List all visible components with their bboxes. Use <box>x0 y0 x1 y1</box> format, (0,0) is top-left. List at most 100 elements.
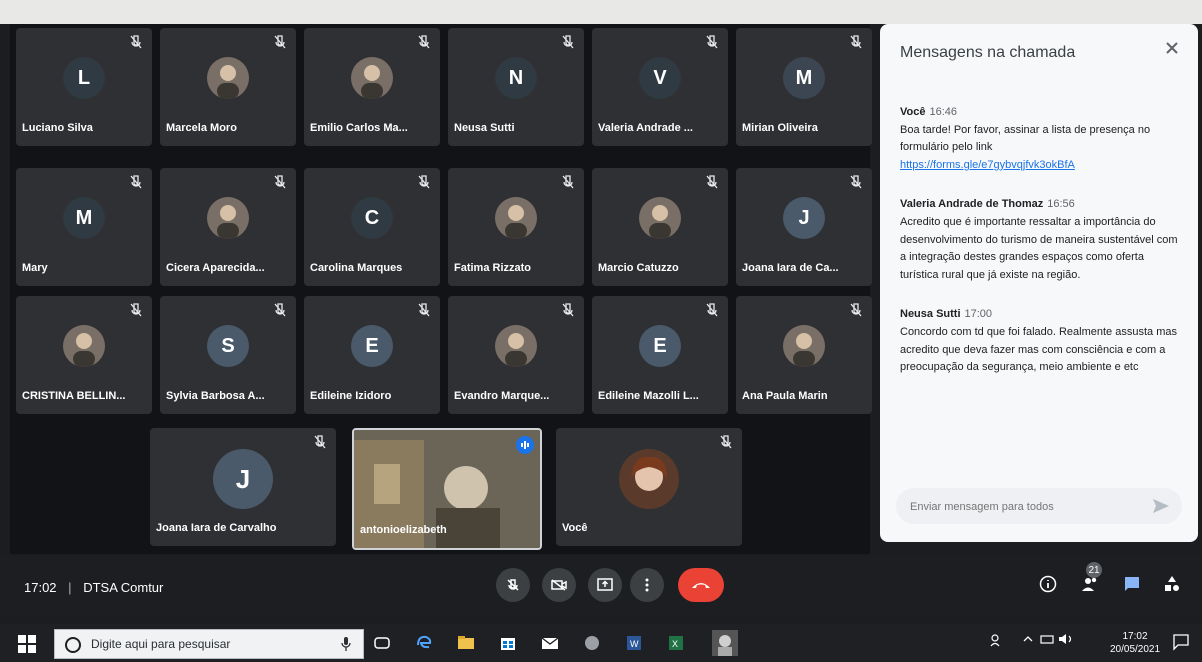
close-icon[interactable] <box>1160 36 1184 60</box>
word-icon[interactable]: W <box>624 633 644 653</box>
meeting-controls-bar: 17:02 | DTSA Comtur 21 <box>0 556 1202 616</box>
mail-icon[interactable] <box>540 633 560 653</box>
edge-icon[interactable] <box>414 633 434 653</box>
send-icon[interactable] <box>1150 495 1172 517</box>
participant-tile[interactable]: L Luciano Silva <box>16 28 152 146</box>
participant-tile[interactable]: C Carolina Marques <box>304 168 440 286</box>
participant-avatar: M <box>63 197 105 239</box>
message-text: Acredito que é importante ressaltar a im… <box>900 215 1178 281</box>
network-icon[interactable] <box>1040 633 1056 648</box>
participant-name: antonioelizabeth <box>360 524 447 536</box>
speaking-indicator-icon <box>516 436 534 454</box>
participant-photo <box>207 197 249 239</box>
chat-message: Você 16:46 Boa tarde! Por favor, assinar … <box>900 104 1180 174</box>
present-button[interactable] <box>588 568 622 602</box>
participant-avatar: E <box>351 325 393 367</box>
chat-button[interactable] <box>1118 570 1146 598</box>
mic-off-icon <box>128 34 144 50</box>
participant-tile[interactable]: Cicera Aparecida... <box>160 168 296 286</box>
people-taskbar-icon[interactable] <box>990 633 1004 650</box>
participant-tile[interactable]: E Edileine Izidoro <box>304 296 440 414</box>
browser-icon[interactable] <box>582 633 602 653</box>
participant-name: Mirian Oliveira <box>742 122 818 134</box>
info-icon <box>1039 575 1057 593</box>
participant-tile[interactable]: Ana Paula Marin <box>736 296 872 414</box>
participant-tile[interactable]: N Neusa Sutti <box>448 28 584 146</box>
participant-name: Marcela Moro <box>166 122 237 134</box>
excel-icon[interactable]: X <box>666 633 686 653</box>
mic-off-icon <box>704 34 720 50</box>
participant-tile[interactable]: Fatima Rizzato <box>448 168 584 286</box>
participant-name: Edileine Izidoro <box>310 390 392 402</box>
participant-avatar: V <box>639 57 681 99</box>
participant-photo <box>207 57 249 99</box>
participant-tile[interactable]: V Valeria Andrade ... <box>592 28 728 146</box>
taskbar-clock[interactable]: 17:02 20/05/2021 <box>1110 630 1160 656</box>
mic-off-icon <box>704 302 720 318</box>
mic-off-icon <box>848 302 864 318</box>
tray-chevron-icon[interactable] <box>1022 633 1034 648</box>
participant-tile[interactable]: Emilio Carlos Ma... <box>304 28 440 146</box>
participant-tile[interactable]: M Mirian Oliveira <box>736 28 872 146</box>
participant-avatar: L <box>63 57 105 99</box>
message-text: Concordo com td que foi falado. Realment… <box>900 325 1177 374</box>
microphone-icon[interactable] <box>339 636 353 652</box>
message-sender: Neusa Sutti <box>900 308 961 321</box>
meeting-details-button[interactable] <box>1034 570 1062 598</box>
mic-off-icon <box>560 302 576 318</box>
more-options-button[interactable] <box>630 568 664 602</box>
participant-name: Você <box>562 522 588 534</box>
message-sender: Valeria Andrade de Thomaz <box>900 198 1044 211</box>
people-button[interactable]: 21 <box>1076 562 1104 598</box>
participant-tile[interactable]: Marcio Catuzzo <box>592 168 728 286</box>
windows-start-icon[interactable] <box>18 635 36 653</box>
mic-off-icon <box>416 302 432 318</box>
task-view-icon[interactable] <box>372 633 392 653</box>
store-icon[interactable] <box>498 633 518 653</box>
participant-name: Edileine Mazolli L... <box>598 390 699 402</box>
message-time: 16:46 <box>929 106 958 118</box>
chat-title: Mensagens na chamada <box>900 44 1076 61</box>
participant-tile[interactable]: Evandro Marque... <box>448 296 584 414</box>
mic-off-icon <box>272 302 288 318</box>
participant-tile[interactable]: Marcela Moro <box>160 28 296 146</box>
activities-button[interactable] <box>1158 570 1186 598</box>
meet-window-thumbnail-icon[interactable] <box>712 630 738 656</box>
chat-panel: Mensagens na chamada Você 16:46 Boa tarde… <box>880 24 1198 542</box>
participant-avatar: N <box>495 57 537 99</box>
mic-off-icon <box>718 434 734 450</box>
notification-center-icon[interactable] <box>1172 633 1192 653</box>
message-sender: Você <box>900 106 926 118</box>
taskbar-search[interactable]: Digite aqui para pesquisar <box>54 629 364 659</box>
end-call-button[interactable] <box>678 568 724 602</box>
participant-name: Sylvia Barbosa A... <box>166 390 265 402</box>
mic-off-icon <box>560 174 576 190</box>
participant-photo <box>783 325 825 367</box>
participant-tile[interactable]: J Joana Iara de Carvalho <box>150 428 336 546</box>
message-link[interactable]: https://forms.gle/e7gybvqjfvk3okBfA <box>900 157 1180 175</box>
chat-input[interactable] <box>908 494 1142 520</box>
participant-name: Neusa Sutti <box>454 122 515 134</box>
camera-toggle-button[interactable] <box>542 568 576 602</box>
participant-tile[interactable]: S Sylvia Barbosa A... <box>160 296 296 414</box>
active-speaker-tile[interactable]: antonioelizabeth <box>352 428 542 550</box>
chat-icon <box>1125 577 1139 591</box>
participant-tile[interactable]: Você <box>556 428 742 546</box>
svg-text:W: W <box>630 639 639 649</box>
mic-toggle-button[interactable] <box>496 568 530 602</box>
file-explorer-icon[interactable] <box>456 633 476 653</box>
mic-off-icon <box>272 174 288 190</box>
mic-off-icon <box>128 174 144 190</box>
participant-tile[interactable]: E Edileine Mazolli L... <box>592 296 728 414</box>
participant-name: Mary <box>22 262 48 274</box>
participant-avatar: C <box>351 197 393 239</box>
participant-tile[interactable]: M Mary <box>16 168 152 286</box>
participant-photo <box>639 197 681 239</box>
participant-tile[interactable]: CRISTINA BELLIN... <box>16 296 152 414</box>
participant-avatar: S <box>207 325 249 367</box>
participant-tile[interactable]: J Joana Iara de Ca... <box>736 168 872 286</box>
participant-photo <box>63 325 105 367</box>
mic-off-icon <box>416 34 432 50</box>
speaker-icon[interactable] <box>1058 633 1076 648</box>
windows-taskbar: Digite aqui para pesquisar W X 17:02 20/… <box>0 624 1202 662</box>
